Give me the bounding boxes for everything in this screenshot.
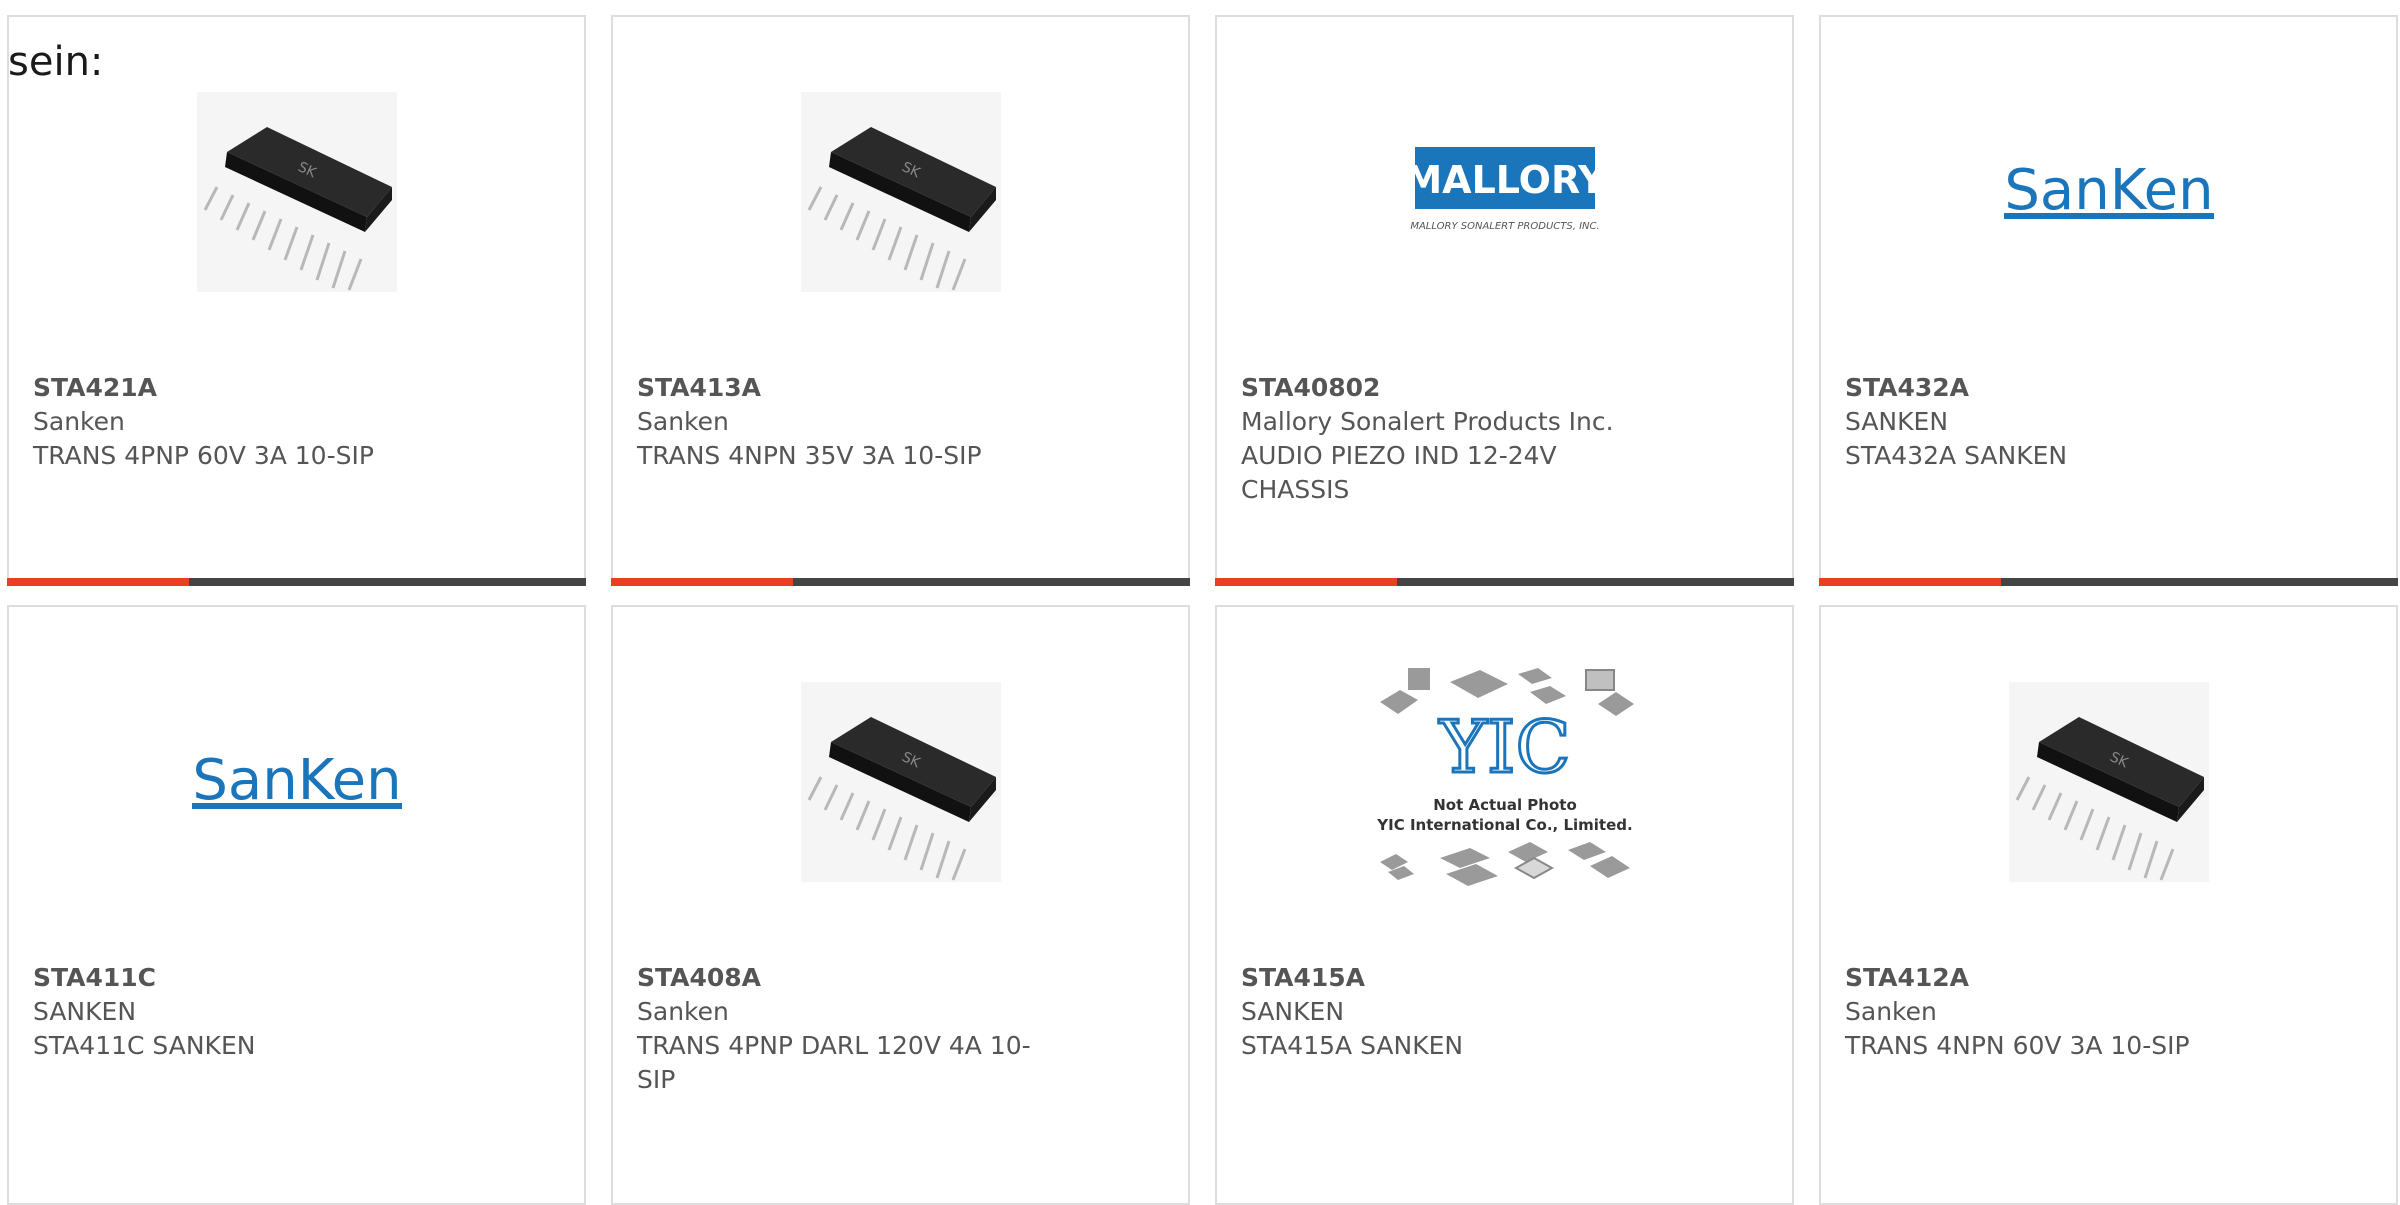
manufacturer: Sanken [637,997,729,1026]
product-card[interactable]: YIC Not Actual Photo YIC International C… [1215,605,1794,1205]
part-number[interactable]: STA413A [637,371,1164,405]
sanken-logo: SanKen [191,748,402,813]
description: TRANS 4PNP DARL 120V 4A 10-SIP [637,1031,1031,1094]
yic-note-line2: YIC International Co., Limited. [1376,816,1632,834]
product-card[interactable]: MALLORY MALLORY SONALERT PRODUCTS, INC. … [1215,15,1794,586]
part-number[interactable]: STA432A [1845,371,2372,405]
part-number[interactable]: STA408A [637,961,1164,995]
description: STA432A SANKEN [1845,441,2068,470]
yic-note-line1: Not Actual Photo [1433,796,1577,814]
manufacturer: Sanken [1845,997,1937,1026]
mallory-logo-title: MALLORY [1404,158,1606,202]
card-accent [1819,578,2001,586]
product-image[interactable]: YIC Not Actual Photo YIC International C… [1217,667,1792,897]
card-accent [7,578,189,586]
description: STA411C SANKEN [33,1031,256,1060]
yic-placeholder-image: YIC Not Actual Photo YIC International C… [1376,668,1634,886]
sip-chip-image: SK [800,682,1001,882]
part-number[interactable]: STA411C [33,961,560,995]
description: STA415A SANKEN [1241,1031,1464,1060]
manufacturer: SANKEN [1845,407,1949,436]
card-bottom-bar [611,578,1190,586]
yic-logo-text: YIC [1438,705,1570,789]
product-image[interactable]: SK [1821,667,2396,897]
product-image[interactable]: SanKen [1821,77,2396,307]
manufacturer: Sanken [637,407,729,436]
product-card[interactable]: SanKen STA411C SANKEN STA411C SANKEN [7,605,586,1205]
description: TRANS 4PNP 60V 3A 10-SIP [33,441,374,470]
card-bottom-bar [7,578,586,586]
sip-chip-image: SK [196,92,397,292]
product-grid: SK STA421A Sanken TRANS 4PNP 60V 3A 10-S… [0,0,2400,1205]
part-number[interactable]: STA40802 [1241,371,1768,405]
card-bottom-bar [1819,578,2398,586]
part-number[interactable]: STA421A [33,371,560,405]
product-card[interactable]: SK STA412A Sanken TRANS 4NPN 60V 3A 10-S… [1819,605,2398,1205]
product-card[interactable]: SK STA413A Sanken TRANS 4NPN 35V 3A 10-S… [611,15,1190,586]
card-accent [1215,578,1397,586]
description: TRANS 4NPN 60V 3A 10-SIP [1845,1031,2190,1060]
part-number[interactable]: STA412A [1845,961,2372,995]
description: TRANS 4NPN 35V 3A 10-SIP [637,441,982,470]
product-card[interactable]: SK STA408A Sanken TRANS 4PNP DARL 120V 4… [611,605,1190,1205]
manufacturer: SANKEN [33,997,137,1026]
product-card[interactable]: SanKen STA432A SANKEN STA432A SANKEN [1819,15,2398,586]
sip-chip-image: SK [2008,682,2209,882]
product-image[interactable]: SK [9,77,584,307]
product-image[interactable]: SK [613,77,1188,307]
manufacturer: Mallory Sonalert Products Inc. [1241,407,1614,436]
product-image[interactable]: MALLORY MALLORY SONALERT PRODUCTS, INC. [1217,77,1792,307]
product-card[interactable]: SK STA421A Sanken TRANS 4PNP 60V 3A 10-S… [7,15,586,586]
manufacturer: SANKEN [1241,997,1345,1026]
product-image[interactable]: SanKen [9,667,584,897]
description: AUDIO PIEZO IND 12-24V CHASSIS [1241,441,1557,504]
card-bottom-bar [1215,578,1794,586]
sip-chip-image: SK [800,92,1001,292]
product-image[interactable]: SK [613,667,1188,897]
manufacturer: Sanken [33,407,125,436]
card-accent [611,578,793,586]
mallory-logo-subtitle: MALLORY SONALERT PRODUCTS, INC. [1410,221,1599,232]
part-number[interactable]: STA415A [1241,961,1768,995]
sanken-logo: SanKen [2003,158,2214,223]
mallory-logo: MALLORY MALLORY SONALERT PRODUCTS, INC. [1404,147,1606,232]
intro-text: sein: [8,39,104,85]
